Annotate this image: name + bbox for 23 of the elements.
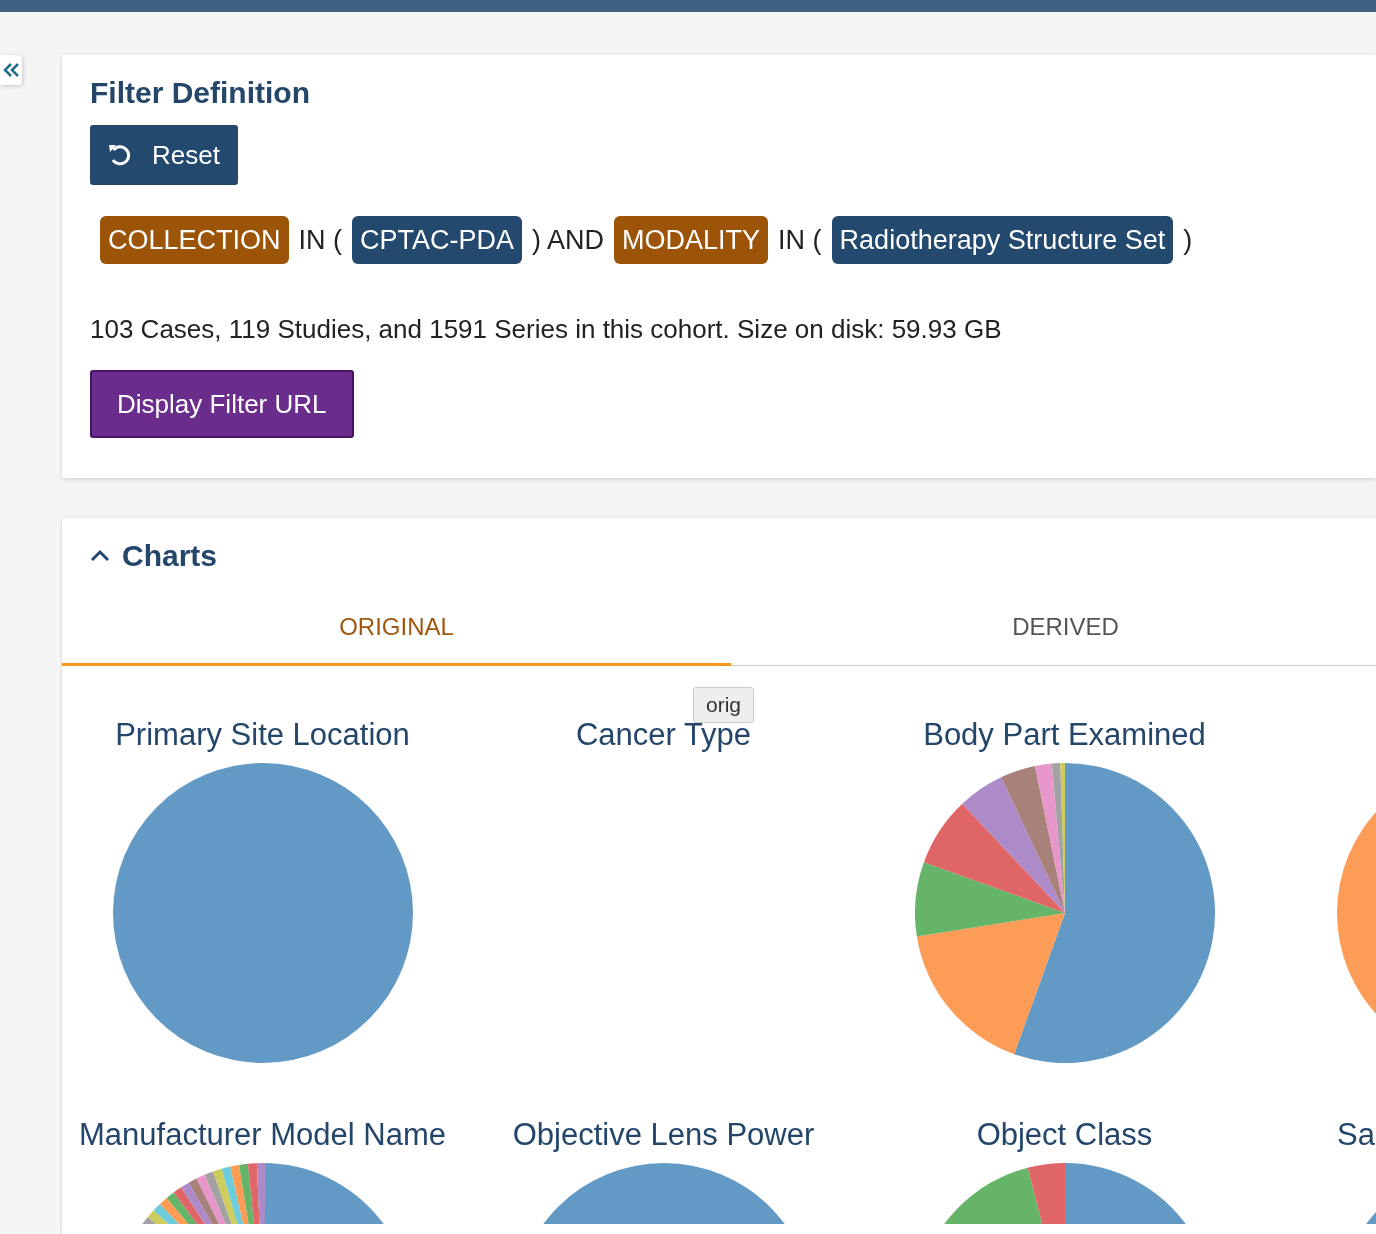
filter-field-tag: MODALITY: [614, 216, 769, 264]
filter-value-tag: CPTAC-PDA: [352, 216, 523, 264]
filter-value-tag: Radiotherapy Structure Set: [831, 216, 1174, 264]
query-operator: ) AND: [532, 224, 605, 256]
chart-title: Primary Site Location: [115, 716, 410, 754]
chart-title: Body Part Examined: [923, 716, 1206, 754]
chart-title: Object Class: [976, 1116, 1153, 1154]
tab[interactable]: ORIGINAL: [62, 590, 731, 666]
query-operator: IN (: [298, 224, 343, 256]
filter-title: Filter Definition: [90, 75, 311, 111]
query-operator: IN (: [778, 224, 822, 256]
tab[interactable]: DERIVED: [731, 590, 1376, 666]
chart-title: Manufacturer Model Name: [79, 1116, 446, 1154]
charts-title: Charts: [122, 538, 218, 574]
collapse-sidebar-button[interactable]: [0, 55, 22, 85]
reset-button[interactable]: Reset: [90, 125, 238, 185]
cohort-summary: 103 Cases, 119 Studies, and 1591 Series in this cohort. Size on disk: 59.93 GB: [90, 313, 1003, 346]
chart-title: Sa: [1337, 1116, 1375, 1154]
query-operator: ): [1183, 224, 1193, 256]
filter-field-tag: COLLECTION: [100, 216, 289, 264]
chart-title: Objective Lens Power: [512, 1116, 815, 1154]
tooltip: orig: [693, 687, 755, 723]
display-filter-url-button[interactable]: Display Filter URL: [90, 370, 354, 438]
